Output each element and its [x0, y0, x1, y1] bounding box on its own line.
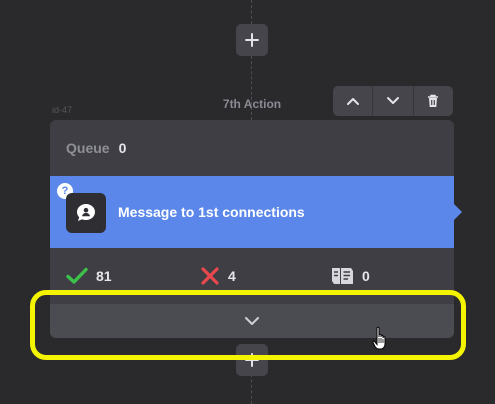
action-title: 7th Action — [222, 97, 282, 111]
success-count: 81 — [96, 268, 112, 284]
success-stat: 81 — [66, 262, 112, 290]
message-title: Message to 1st connections — [118, 204, 305, 220]
message-action-row[interactable]: ? Message to 1st connections — [50, 176, 462, 248]
trash-icon — [428, 94, 439, 107]
connector-line-top — [251, 0, 252, 24]
checkmark-icon — [66, 267, 88, 284]
queue-row: Queue 0 — [50, 120, 454, 176]
skipped-stat: 0 — [330, 262, 370, 290]
card-pointer — [454, 204, 462, 220]
skip-document-icon — [332, 268, 353, 284]
hand-cursor-icon — [372, 326, 390, 359]
stats-row: 81 4 0 — [50, 262, 454, 290]
message-bubble-icon — [66, 193, 106, 233]
delete-button[interactable] — [414, 86, 453, 116]
x-mark-icon — [201, 267, 219, 285]
move-down-button[interactable] — [373, 86, 414, 116]
move-up-button[interactable] — [333, 86, 374, 116]
action-toolbar — [333, 86, 453, 116]
skipped-count: 0 — [362, 268, 370, 284]
add-step-button-top[interactable] — [236, 24, 268, 56]
chevron-up-icon — [346, 98, 359, 105]
failed-stat: 4 — [200, 262, 236, 290]
chevron-down-icon — [386, 97, 399, 104]
plus-icon — [245, 33, 259, 47]
connector-line-bottom — [251, 374, 252, 404]
queue-count: 0 — [118, 140, 127, 156]
queue-label: Queue — [66, 140, 110, 156]
highlight-annotation — [30, 290, 466, 360]
node-id-label: id-47 — [52, 105, 73, 115]
failed-count: 4 — [228, 268, 236, 284]
